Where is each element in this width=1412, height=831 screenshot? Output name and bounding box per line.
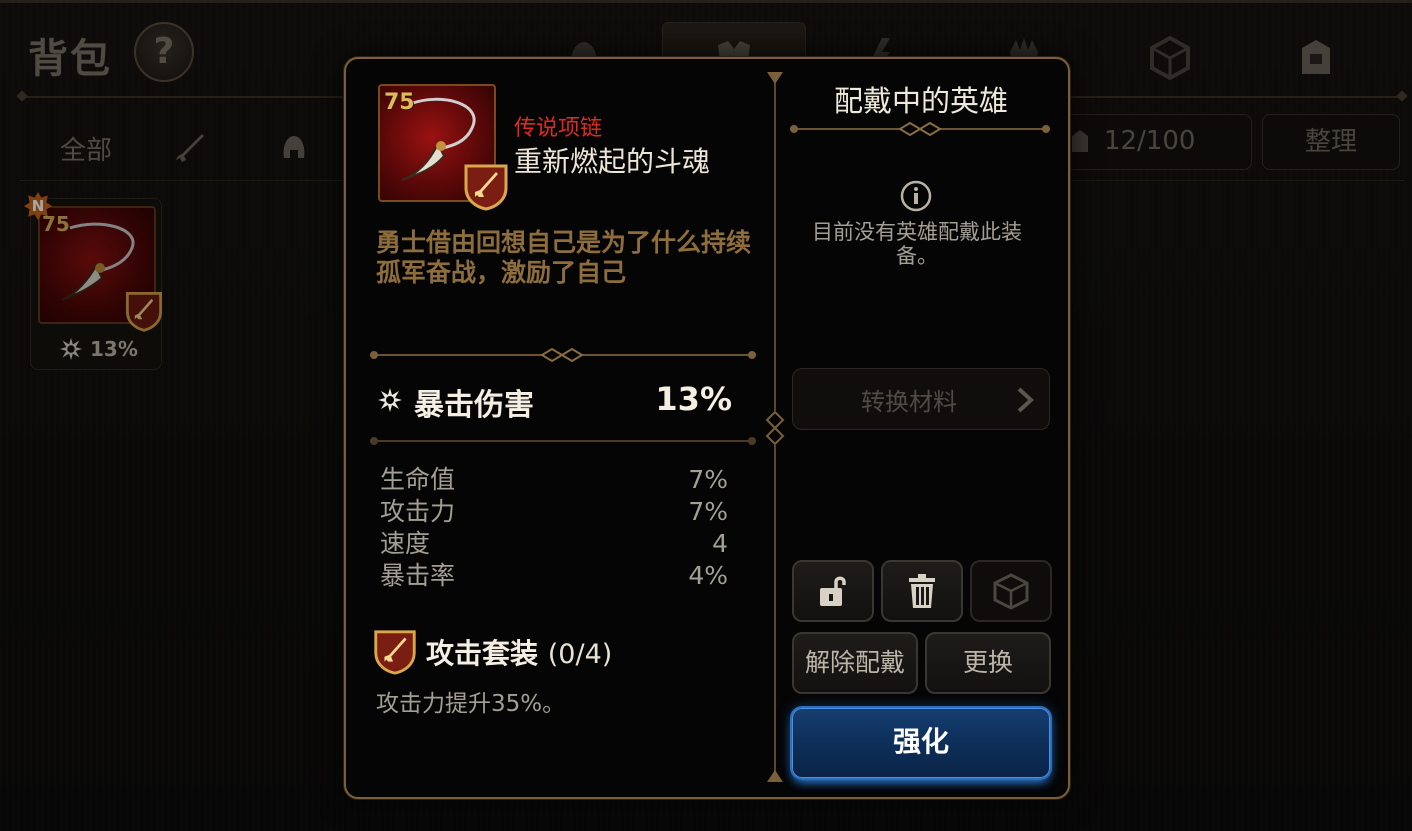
sub-stat-value: 7% xyxy=(688,465,728,494)
unequip-button[interactable]: 解除配戴 xyxy=(792,632,918,694)
stat-divider xyxy=(370,437,756,445)
convert-material-button[interactable]: 转换材料 xyxy=(792,368,1050,430)
sub-stat-row: 生命值 7% xyxy=(380,464,728,496)
lock-button[interactable] xyxy=(792,560,874,622)
sub-stat-row: 速度 4 xyxy=(380,528,728,560)
chevron-right-icon xyxy=(1017,387,1034,413)
sub-stat-name: 生命值 xyxy=(380,465,456,494)
main-stat-value: 13% xyxy=(655,380,732,418)
item-description: 勇士借由回想自己是为了什么持续孤军奋战，激励了自己 xyxy=(376,228,752,287)
dice-icon xyxy=(993,573,1029,610)
attack-set-icon xyxy=(464,164,508,211)
sub-stats-list: 生命值 7% 攻击力 7% 速度 4 暴击率 4% xyxy=(380,464,728,592)
no-hero-message: 目前没有英雄配戴此装备。 xyxy=(812,220,1022,268)
convert-material-label: 转换材料 xyxy=(861,387,957,416)
set-progress: (0/4) xyxy=(547,639,613,670)
attack-set-icon xyxy=(374,630,416,675)
set-name-text: 攻击套装 xyxy=(426,637,539,670)
sub-stat-value: 4 xyxy=(712,529,728,558)
ornament-divider xyxy=(370,348,756,362)
info-icon xyxy=(900,180,932,212)
divider-tip xyxy=(767,72,783,84)
sub-stat-value: 4% xyxy=(688,561,728,590)
item-name: 重新燃起的斗魂 xyxy=(514,145,711,178)
sub-stat-row: 攻击力 7% xyxy=(380,496,728,528)
crit-damage-icon xyxy=(378,388,402,412)
sub-stat-row: 暴击率 4% xyxy=(380,560,728,592)
sub-stat-name: 速度 xyxy=(380,529,431,558)
delete-button[interactable] xyxy=(881,560,963,622)
sub-stat-value: 7% xyxy=(688,497,728,526)
item-level: 75 xyxy=(384,90,415,115)
set-name: 攻击套装 (0/4) xyxy=(426,632,612,672)
equipped-hero-title: 配戴中的英雄 xyxy=(833,84,1008,118)
sub-stat-name: 暴击率 xyxy=(380,561,456,590)
reforge-button[interactable] xyxy=(970,560,1052,622)
main-stat-name: 暴击伤害 xyxy=(414,388,534,423)
divider-tip xyxy=(767,770,783,782)
divider-ornament xyxy=(765,412,785,444)
set-bonus: 攻击力提升35%。 xyxy=(376,691,566,717)
enhance-button[interactable]: 强化 xyxy=(790,706,1052,780)
unlock-icon xyxy=(820,576,846,606)
trash-icon xyxy=(909,574,935,608)
title-divider xyxy=(790,122,1050,136)
sub-stat-name: 攻击力 xyxy=(380,497,456,526)
item-rarity: 传说项链 xyxy=(514,116,603,141)
replace-button[interactable]: 更换 xyxy=(925,632,1051,694)
